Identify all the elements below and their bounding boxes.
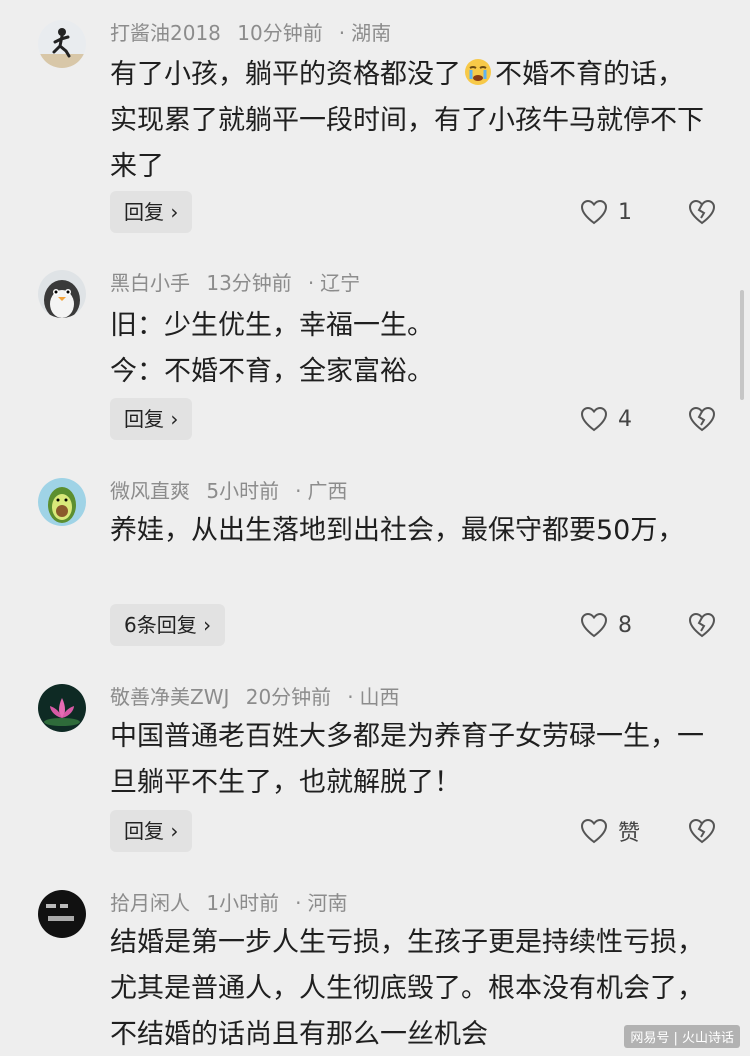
username[interactable]: 微风直爽 — [110, 479, 190, 503]
watermark: 网易号 | 火山诗话 — [624, 1025, 740, 1048]
location: 辽宁 — [320, 271, 361, 295]
comment-meta: 黑白小手 13分钟前 · 辽宁 — [110, 271, 361, 295]
location: 湖南 — [351, 21, 392, 45]
username[interactable]: 打酱油2018 — [110, 21, 221, 45]
avatar[interactable] — [38, 478, 86, 526]
comment-text: 结婚是第一步人生亏损，生孩子更是持续性亏损，尤其是普通人，人生彻底毁了。根本没有… — [110, 927, 704, 1050]
like-label: 赞 — [618, 821, 641, 846]
comment-text: 养娃，从出生落地到出社会，最保守都要50万， — [110, 515, 685, 546]
comment-item: 微风直爽 5小时前 · 广西 养娃，从出生落地到出社会，最保守都要50万， 6条回复… — [0, 460, 750, 670]
avatar[interactable] — [38, 684, 86, 732]
timestamp: 10分钟前 — [237, 21, 323, 45]
dislike-button[interactable] — [688, 810, 716, 852]
location: 河南 — [307, 891, 348, 915]
dislike-button[interactable] — [688, 604, 716, 646]
avatar[interactable] — [38, 270, 86, 318]
reply-button[interactable]: 回复 › — [110, 810, 193, 852]
comment-item: 打酱油2018 10分钟前 · 湖南 有了小孩，躺平的资格都没了 不婚不育的话，实现累… — [0, 0, 750, 250]
timestamp: 20分钟前 — [245, 685, 332, 709]
comment-text: 有了小孩，躺平的资格都没了 不婚不育的话，实现累了就躺平一段时间，有了小孩牛马就停… — [110, 52, 710, 190]
like-button[interactable]: 1 — [580, 191, 632, 233]
comment-item: 敬善净美ZWJ 20分钟前 · 山西 中国普通老百姓大多都是为养育子女劳碌一生，一旦… — [0, 670, 750, 880]
username[interactable]: 敬善净美ZWJ — [110, 685, 229, 709]
reply-button[interactable]: 回复 › — [110, 191, 193, 233]
view-replies-button[interactable]: 6条回复 › — [110, 604, 226, 646]
broken-heart-icon — [688, 612, 716, 638]
username[interactable]: 黑白小手 — [110, 271, 190, 295]
crying-emoji-icon — [463, 56, 493, 86]
heart-icon — [580, 818, 608, 844]
comment-item: 黑白小手 13分钟前 · 辽宁 旧：少生优生，幸福一生。 今：不婚不育，全家富裕。 … — [0, 250, 750, 460]
location: 山西 — [359, 685, 400, 709]
like-button[interactable]: 8 — [580, 604, 632, 646]
broken-heart-icon — [688, 818, 716, 844]
dislike-button[interactable] — [688, 191, 716, 233]
comment-text: 中国普通老百姓大多都是为养育子女劳碌一生，一旦躺平不生了，也就解脱了！ — [110, 721, 704, 798]
like-button[interactable]: 赞 — [580, 810, 640, 852]
dislike-button[interactable] — [688, 398, 716, 440]
comment-meta: 打酱油2018 10分钟前 · 湖南 — [110, 21, 392, 45]
heart-icon — [580, 406, 608, 432]
location: 广西 — [307, 479, 348, 503]
comment-meta: 拾月闲人 1小时前 · 河南 — [110, 891, 348, 915]
timestamp: 1小时前 — [206, 891, 280, 915]
like-button[interactable]: 4 — [580, 398, 632, 440]
avatar[interactable] — [38, 890, 86, 938]
comment-meta: 敬善净美ZWJ 20分钟前 · 山西 — [110, 685, 400, 709]
broken-heart-icon — [688, 199, 716, 225]
scrollbar[interactable] — [740, 290, 744, 400]
heart-icon — [580, 199, 608, 225]
timestamp: 5小时前 — [206, 479, 280, 503]
username[interactable]: 拾月闲人 — [110, 891, 190, 915]
comment-meta: 微风直爽 5小时前 · 广西 — [110, 479, 348, 503]
like-count: 1 — [618, 199, 632, 225]
heart-icon — [580, 612, 608, 638]
broken-heart-icon — [688, 406, 716, 432]
comment-text: 旧：少生优生，幸福一生。 今：不婚不育，全家富裕。 — [110, 310, 434, 387]
like-count: 8 — [618, 612, 632, 638]
avatar[interactable] — [38, 20, 86, 68]
reply-button[interactable]: 回复 › — [110, 398, 193, 440]
timestamp: 13分钟前 — [206, 271, 292, 295]
like-count: 4 — [618, 406, 632, 432]
